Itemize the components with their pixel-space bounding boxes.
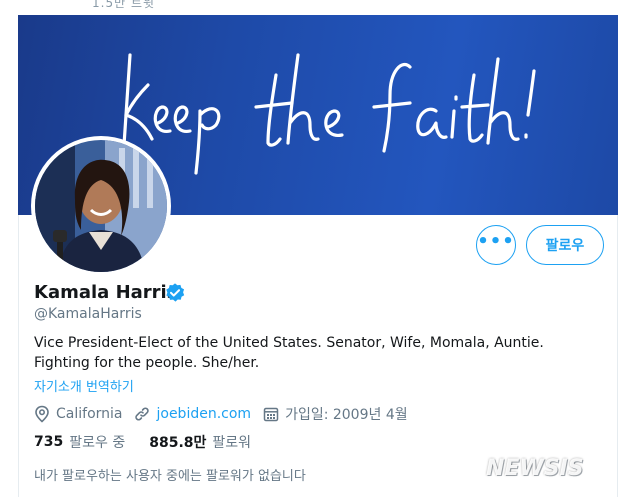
followers-count: 885.8만 bbox=[149, 435, 207, 451]
follow-button[interactable]: 팔로우 bbox=[526, 225, 604, 265]
location-item: California bbox=[34, 405, 122, 423]
profile-display-name: Kamala Harris bbox=[34, 282, 178, 303]
more-options-button[interactable]: ••• bbox=[476, 225, 516, 265]
calendar-icon bbox=[263, 407, 279, 422]
following-label: 팔로우 중 bbox=[69, 435, 126, 451]
newsis-watermark: NEWSIS bbox=[486, 456, 584, 481]
profile-handle: @KamalaHarris bbox=[34, 306, 142, 322]
website-item[interactable]: joebiden.com bbox=[134, 406, 251, 422]
link-icon bbox=[135, 407, 150, 421]
translate-bio-link[interactable]: 자기소개 번역하기 bbox=[34, 376, 134, 395]
joined-item: 가입일: 2009년 4월 bbox=[263, 404, 408, 424]
more-dots-icon: ••• bbox=[477, 231, 515, 252]
tweet-count-text: 1.5만 트윗 bbox=[92, 0, 156, 10]
follow-stats: 735 팔로우 중 885.8만 팔로워 bbox=[34, 432, 275, 452]
avatar-photo bbox=[35, 140, 167, 272]
verified-badge-icon bbox=[166, 283, 185, 302]
followers-stat[interactable]: 885.8만 팔로워 bbox=[149, 432, 251, 452]
joined-text: 가입일: 2009년 4월 bbox=[285, 407, 408, 423]
location-pin-icon bbox=[35, 405, 49, 423]
location-text: California bbox=[56, 406, 123, 422]
profile-meta: California joebiden.com 가입일: 2009년 4월 bbox=[34, 403, 420, 425]
following-count: 735 bbox=[34, 434, 64, 450]
no-common-followers-text: 내가 팔로우하는 사용자 중에는 팔로워가 없습니다 bbox=[34, 469, 306, 484]
profile-bio: Vice President-Elect of the United State… bbox=[34, 335, 544, 371]
website-link[interactable]: joebiden.com bbox=[156, 406, 251, 422]
following-stat[interactable]: 735 팔로우 중 bbox=[34, 432, 125, 452]
tweet-count-strip: 1.5만 트윗 bbox=[0, 0, 640, 15]
followers-label: 팔로워 bbox=[212, 435, 252, 451]
profile-avatar[interactable] bbox=[31, 136, 171, 276]
